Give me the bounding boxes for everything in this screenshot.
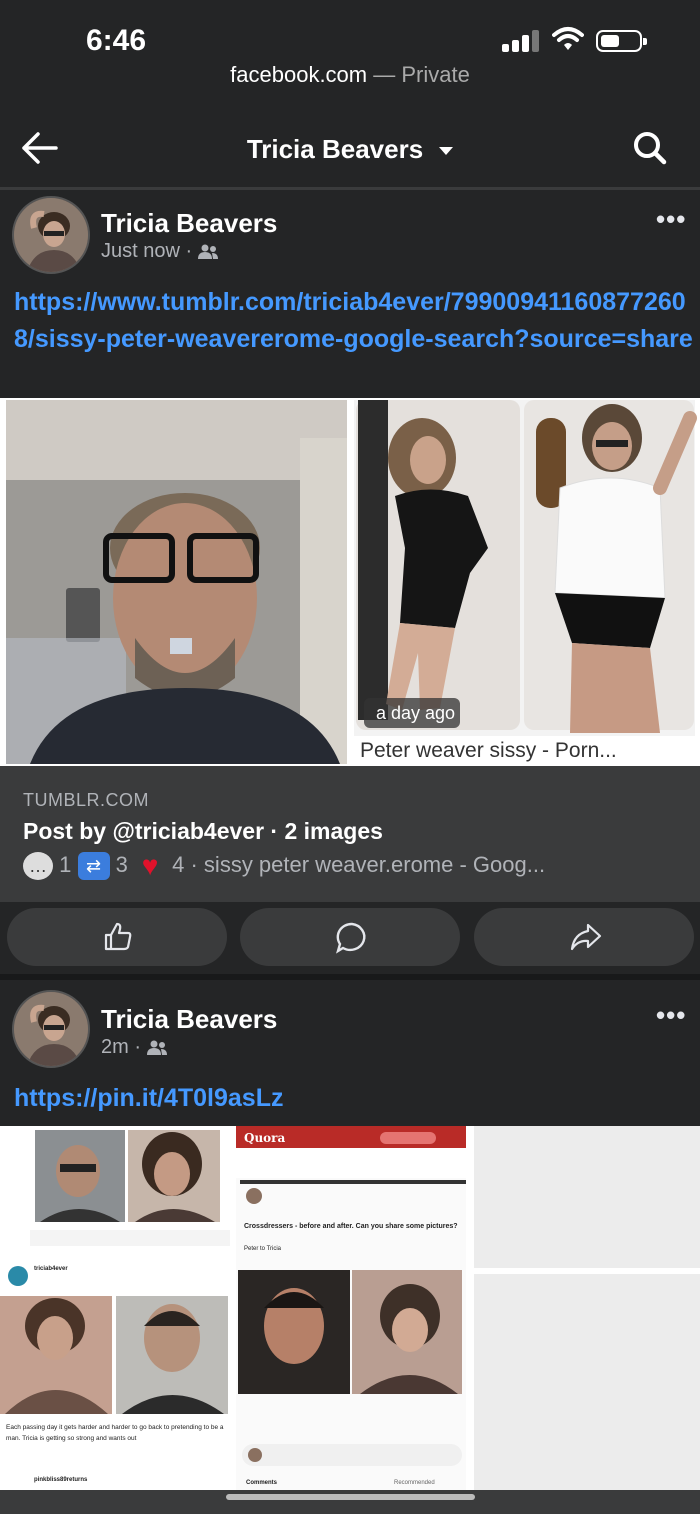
home-indicator[interactable] — [226, 1494, 475, 1500]
quora-recommended-label: Recommended — [394, 1480, 435, 1486]
search-icon[interactable] — [632, 130, 668, 166]
post-time[interactable]: 2m — [101, 1036, 129, 1058]
battery-icon — [596, 30, 647, 52]
next-username: pinkbliss89returns — [34, 1477, 88, 1483]
post-image[interactable]: a day ago Peter weaver sissy - Porn... — [0, 398, 700, 766]
post-meta: Just now · — [101, 240, 218, 263]
profile-switcher[interactable]: Tricia Beavers — [0, 134, 700, 165]
tumblr-caption: Each passing day it gets harder and hard… — [6, 1424, 224, 1442]
post-image[interactable]: Quora Crossdressers - before and after. … — [0, 1126, 700, 1494]
heart-icon: ♥ — [141, 850, 159, 882]
status-bar: 6:46 — [0, 0, 700, 62]
share-icon — [570, 923, 602, 951]
like-count: 4 — [172, 852, 185, 877]
avatar[interactable] — [12, 196, 90, 274]
friends-icon — [197, 244, 218, 259]
preview-desc-text: · sissy peter weaver.erome - Goog... — [184, 852, 546, 877]
comment-icon — [336, 922, 366, 954]
reply-count: 1 — [59, 852, 72, 877]
image-caption: Peter weaver sissy - Porn... — [360, 739, 617, 762]
url-host: facebook.com — [230, 62, 368, 87]
more-options-icon[interactable]: ••• — [656, 204, 686, 235]
friends-icon — [146, 1040, 167, 1055]
post-action-bar — [0, 902, 700, 974]
speech-bubble-icon: … — [23, 852, 53, 881]
post-link[interactable]: https://www.tumblr.com/triciab4ever/7990… — [14, 284, 700, 358]
cell-signal-icon — [502, 30, 542, 52]
post-time[interactable]: Just now — [101, 240, 180, 262]
comment-button[interactable] — [240, 908, 460, 966]
preview-domain: TUMBLR.COM — [23, 790, 149, 810]
caret-down-icon — [439, 147, 454, 156]
reblog-icon: ⇄ — [77, 852, 110, 881]
post-header: Tricia Beavers 2m · ••• https://pin.it/4… — [0, 980, 700, 1126]
quora-comments-label: Comments — [246, 1480, 278, 1486]
post-author[interactable]: Tricia Beavers — [101, 1004, 277, 1035]
link-preview[interactable]: TUMBLR.COM Post by @triciab4ever · 2 ima… — [0, 766, 700, 902]
post-author[interactable]: Tricia Beavers — [101, 208, 277, 239]
preview-description: … 1 ⇄ 3 ♥ 4 · sissy peter weaver.erome -… — [23, 850, 546, 882]
clock: 6:46 — [86, 24, 147, 57]
top-nav: Tricia Beavers — [0, 108, 700, 188]
more-options-icon[interactable]: ••• — [656, 1000, 686, 1031]
wifi-icon — [552, 27, 584, 50]
tumblr-username: triciab4ever — [34, 1266, 68, 1272]
post-link[interactable]: https://pin.it/4T0l9asLz — [14, 1080, 700, 1117]
quora-brand: Quora — [244, 1131, 286, 1145]
private-label: — Private — [367, 62, 470, 87]
quora-question: Crossdressers - before and after. Can yo… — [244, 1223, 458, 1230]
preview-title: Post by @triciab4ever · 2 images — [23, 818, 383, 844]
image-time-badge: a day ago — [376, 703, 456, 723]
reblog-count: 3 — [115, 852, 128, 877]
post-meta: 2m · — [101, 1036, 167, 1059]
avatar[interactable] — [12, 990, 90, 1068]
like-icon — [104, 922, 132, 951]
post-header: Tricia Beavers Just now · ••• https://ww… — [0, 190, 700, 398]
page-title: Tricia Beavers — [246, 134, 424, 164]
url-bar[interactable]: facebook.com — Private — [0, 62, 700, 102]
share-button[interactable] — [474, 908, 694, 966]
quora-answer-label: Peter to Tricia — [244, 1246, 282, 1252]
like-button[interactable] — [7, 908, 227, 966]
